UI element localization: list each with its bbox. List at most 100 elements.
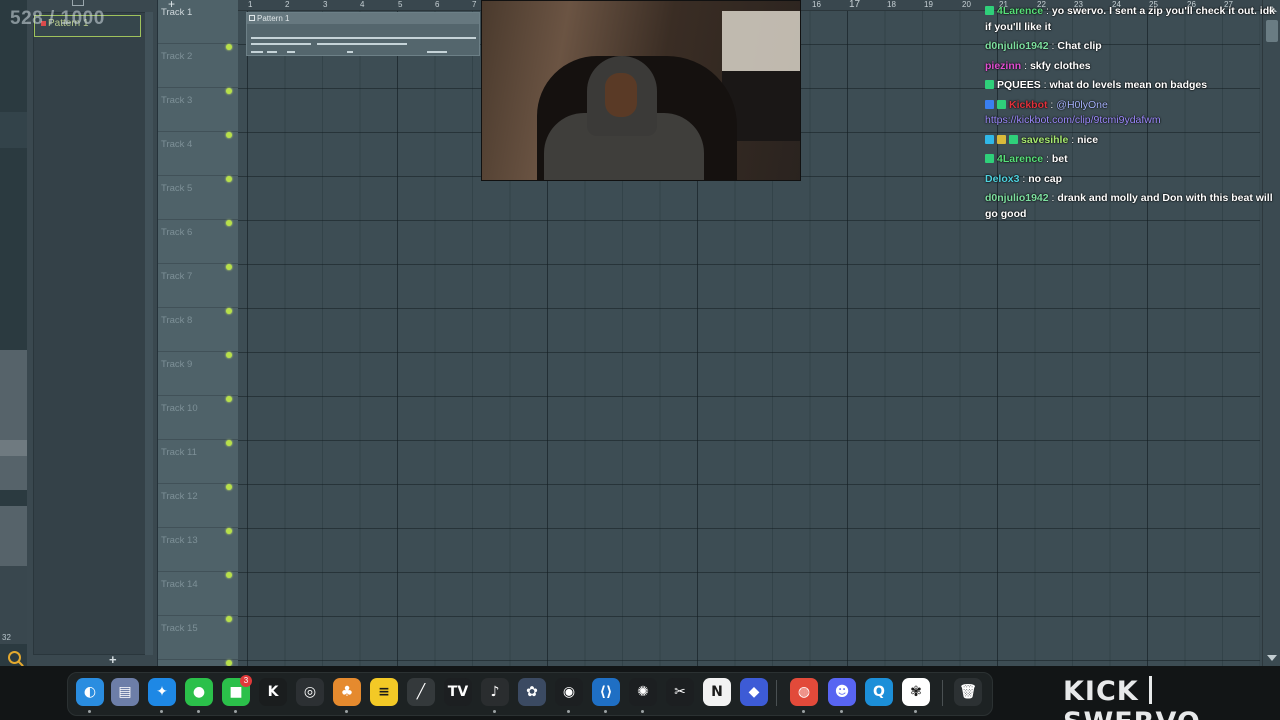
chat-mention[interactable]: @H0lyOne: [1056, 99, 1108, 111]
obs-icon[interactable]: ◎: [296, 678, 324, 706]
pattern-clip[interactable]: Pattern 1: [246, 12, 480, 56]
track-label: Track 4: [161, 139, 193, 150]
files-icon[interactable]: ▤: [111, 678, 139, 706]
chat-text: Chat clip: [1057, 40, 1102, 52]
chat-badge-icon: [985, 80, 994, 89]
track-label: Track 8: [161, 315, 193, 326]
screen: 32 Pattern 1 + 1 2 3 4 5 6 7 16 17 18 19 20 21 22 23 24…: [0, 0, 1280, 720]
chat-username[interactable]: 4Larence: [997, 153, 1043, 165]
ruler-bar-number: 18: [887, 0, 896, 9]
brand-divider: [1148, 676, 1152, 704]
chat-badge-icon: [1009, 134, 1018, 144]
track-label: Track 3: [161, 95, 193, 106]
left-tool-strip: 32: [0, 0, 27, 666]
chrome-icon[interactable]: ◍: [790, 678, 818, 706]
track-label: Track 12: [161, 491, 198, 502]
track-label: Track 13: [161, 535, 198, 546]
add-track-button[interactable]: +: [168, 0, 175, 11]
finder-icon[interactable]: ◐: [76, 678, 104, 706]
track-header[interactable]: Track 10: [158, 396, 238, 446]
chat-message: 4Larence : yo swervo. I sent a zip you'l…: [985, 5, 1275, 33]
webcam-person-face: [605, 73, 637, 117]
capcut-icon[interactable]: ✂: [666, 678, 694, 706]
dock-running-indicator: [160, 710, 163, 713]
kick-icon[interactable]: K: [259, 678, 287, 706]
dock-separator: [942, 680, 943, 706]
snap-value: 32: [2, 633, 11, 642]
chat-username[interactable]: 4Larence: [997, 5, 1043, 17]
ruler-bar-number: 17: [849, 0, 861, 10]
clip-header[interactable]: Pattern 1: [247, 13, 479, 24]
track-header[interactable]: Track 13: [158, 528, 238, 578]
chat-text: nice: [1077, 133, 1099, 146]
track-header[interactable]: Track 15: [158, 616, 238, 666]
quicktime-icon[interactable]: Q: [865, 678, 893, 706]
tradingview-icon[interactable]: TV: [444, 678, 472, 706]
cube-icon[interactable]: ◆: [740, 678, 768, 706]
search-icon[interactable]: [8, 651, 21, 664]
chat-message: d0njulio1942 : drank and molly and Don w…: [985, 192, 1273, 220]
fl-studio-icon[interactable]: ♣: [333, 678, 361, 706]
github-icon[interactable]: ◉: [555, 678, 583, 706]
chat-link[interactable]: https://kickbot.com/clip/9tcmi9ydafwm: [985, 114, 1161, 126]
dock-running-indicator: [840, 710, 843, 713]
vscode-icon[interactable]: ⟨⟩: [592, 678, 620, 706]
track-label: Track 5: [161, 183, 193, 194]
dock-running-indicator: [345, 710, 348, 713]
chat-message: 4Larence : bet: [985, 152, 1277, 168]
safari-icon[interactable]: ✦: [148, 678, 176, 706]
clip-note: [317, 43, 407, 45]
track-header[interactable]: Track 8: [158, 308, 238, 358]
track-header[interactable]: Track 4: [158, 132, 238, 182]
chat-username[interactable]: piezinn: [985, 60, 1021, 72]
pen-icon[interactable]: ╱: [407, 678, 435, 706]
track-label: Track 15: [161, 623, 198, 634]
chat-username[interactable]: Kickbot: [1009, 99, 1048, 111]
dock-separator: [776, 680, 777, 706]
track-header[interactable]: Track 12: [158, 484, 238, 534]
chat-username[interactable]: PQUEES: [997, 79, 1041, 91]
brand-left: KICK: [1063, 676, 1139, 707]
track-header[interactable]: Track 14: [158, 572, 238, 622]
scroll-down-icon[interactable]: [1267, 655, 1277, 661]
trash-icon[interactable]: 🗑: [954, 678, 982, 706]
photos-icon[interactable]: ✾: [902, 678, 930, 706]
music-icon[interactable]: ♪: [481, 678, 509, 706]
browser-scrollbar[interactable]: [145, 12, 153, 655]
stream-brand-logo: KICKSWERVO: [1063, 676, 1280, 720]
chat-message: PQUEES : what do levels mean on badges: [985, 78, 1277, 94]
chat-username[interactable]: savesihle: [1021, 134, 1068, 146]
chat-username[interactable]: Delox3: [985, 173, 1019, 185]
track-header[interactable]: Track 2: [158, 44, 238, 94]
track-header[interactable]: Track 6: [158, 220, 238, 270]
ruler-bar-number: 19: [924, 0, 933, 9]
add-pattern-button[interactable]: +: [109, 652, 117, 667]
chat-username[interactable]: d0njulio1942: [985, 40, 1049, 52]
clip-note: [251, 43, 311, 45]
chat-message: piezinn : skfy clothes: [985, 59, 1091, 72]
dock-running-indicator: [493, 710, 496, 713]
track-header[interactable]: Track 9: [158, 352, 238, 402]
messages-icon[interactable]: ●: [185, 678, 213, 706]
chatgpt-icon[interactable]: ✺: [629, 678, 657, 706]
chat-message: d0njulio1942 : Chat clip: [985, 40, 1102, 52]
clip-title: Pattern 1: [257, 14, 290, 23]
track-header[interactable]: Track 7: [158, 264, 238, 314]
notification-badge: 3: [240, 675, 252, 687]
notes-icon[interactable]: ≡: [370, 678, 398, 706]
davinci-icon[interactable]: ✿: [518, 678, 546, 706]
ruler-bar-number: 7: [472, 0, 477, 9]
track-header[interactable]: Track 3: [158, 88, 238, 138]
track-header[interactable]: Track 5: [158, 176, 238, 226]
browser-panel: Pattern 1 +: [27, 0, 158, 667]
chat-username[interactable]: d0njulio1942: [985, 192, 1049, 204]
chat-text: skfy clothes: [1029, 59, 1091, 72]
folder-icon[interactable]: [72, 0, 84, 6]
track-header[interactable]: Track 11: [158, 440, 238, 490]
ruler-bar-number: 4: [360, 0, 365, 9]
clip-menu-icon[interactable]: [249, 15, 255, 21]
notion-icon[interactable]: N: [703, 678, 731, 706]
discord-icon[interactable]: ☻: [828, 678, 856, 706]
chat-overlay: 4Larence : yo swervo. I sent a zip you'l…: [985, 4, 1277, 226]
webcam-feed: [481, 0, 801, 181]
